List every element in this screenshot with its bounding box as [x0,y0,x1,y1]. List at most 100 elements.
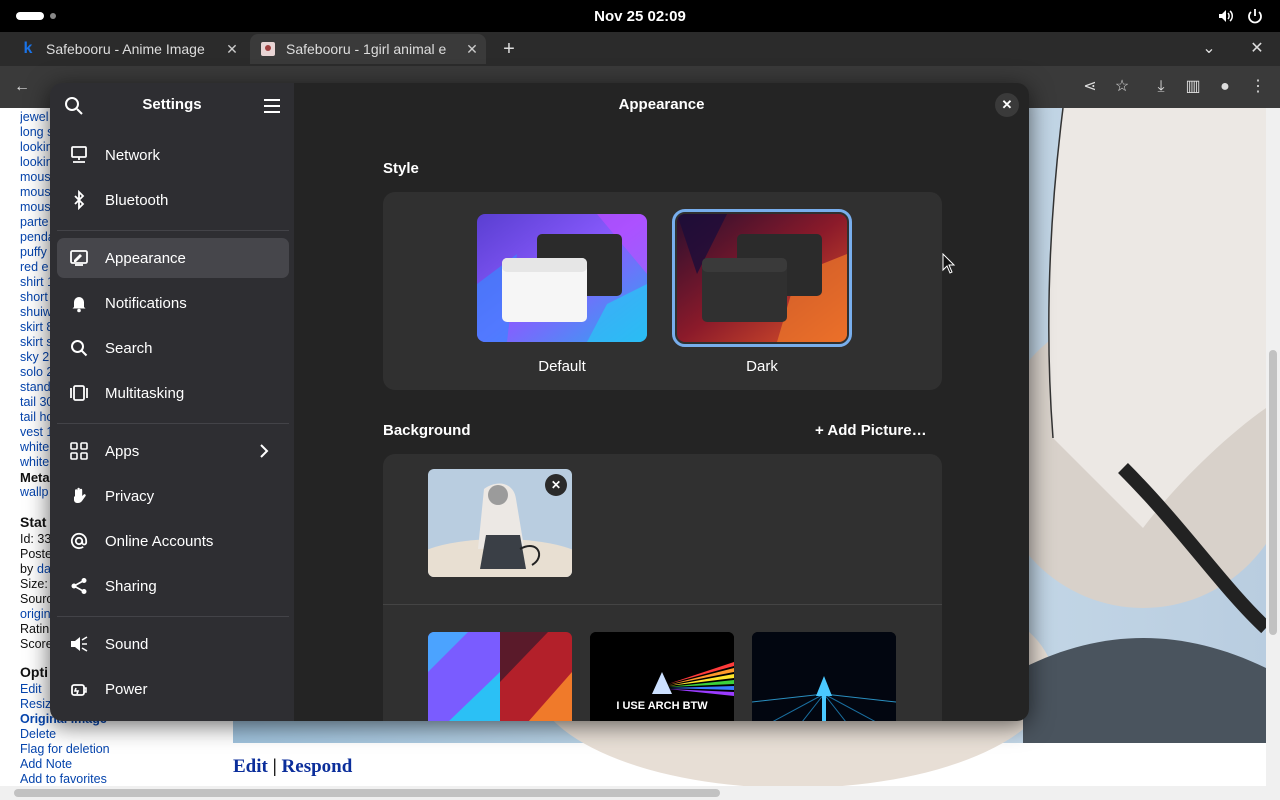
power-icon [71,684,87,696]
menu-kebab-icon[interactable]: ⋮ [1247,76,1269,98]
option-link[interactable]: Edit [20,682,42,696]
favicon-icon [260,41,276,57]
sidebar-item-power[interactable]: Power [57,669,289,709]
close-tab-icon[interactable]: ✕ [464,41,480,57]
meta-link[interactable]: wallp [20,485,49,499]
tab-safebooru-1[interactable]: k Safebooru - Anime Image ✕ [10,34,246,64]
volume-icon[interactable] [1217,7,1235,25]
plus-icon: + [815,422,824,439]
new-tab-icon[interactable]: + [498,38,520,60]
sidebar-item-label: Sound [105,635,149,653]
vertical-scrollbar[interactable] [1266,108,1280,786]
appearance-panel: Appearance ✕ Style Default Dark Backgrou… [294,83,1029,721]
sidebar-item-label: Privacy [105,487,155,505]
hamburger-menu-icon[interactable] [260,94,284,118]
network-icon [71,146,87,163]
respond-link[interactable]: Respond [282,756,353,777]
stat-row: Score [20,637,53,651]
sidebar-item-label: Notifications [105,294,187,312]
posted-by-link[interactable]: da [37,562,51,576]
sidebar-divider [57,230,289,231]
edit-link[interactable]: Edit [233,756,268,777]
sidebar-item-label: Network [105,146,161,164]
search-icon [71,340,88,357]
separator: | [272,756,277,777]
sidebar-item-label: Search [105,339,153,357]
wallpaper-arch-neon[interactable] [752,632,896,721]
sidebar-item-appearance[interactable]: Appearance [57,238,289,278]
sidebar-item-label: Multitasking [105,384,185,402]
wallpaper-arch[interactable]: I USE ARCH BTW [590,632,734,721]
sidebar-item-label: Apps [105,442,140,460]
download-icon[interactable]: ⤓ [1150,76,1172,98]
sidebar-item-label: Appearance [105,249,186,267]
sidebar-item-network[interactable]: Network [57,135,289,175]
share-icon[interactable]: ⋖ [1079,76,1101,98]
style-option-dark[interactable] [672,209,852,347]
option-link[interactable]: Add to favorites [20,772,107,786]
settings-sidebar: Settings Network Bluetooth Appearance Notif… [50,83,294,721]
horizontal-scrollbar[interactable] [0,786,1280,800]
style-caption-default: Default [538,358,586,375]
sidebar-title: Settings [142,96,202,113]
stat-row: Ratin [20,622,50,636]
browser-tab-strip: k Safebooru - Anime Image ✕ Safebooru - … [0,32,1280,66]
profile-icon[interactable]: ● [1214,76,1236,98]
settings-window: Settings Network Bluetooth Appearance Notif… [50,83,1029,721]
sidebar-item-apps[interactable]: Apps [57,431,289,471]
close-window-icon[interactable]: ✕ [1246,38,1268,60]
remove-wallpaper-icon[interactable]: ✕ [545,474,567,496]
sidebar-item-bluetooth[interactable]: Bluetooth [57,180,289,220]
wallpaper-adwaita[interactable] [428,632,572,721]
sidebar-divider [57,423,289,424]
option-link[interactable]: Flag for deletion [20,742,110,756]
stat-row: Id: 33 [20,532,52,546]
option-link[interactable]: Resiz [20,697,51,711]
sidebar-item-multitasking[interactable]: Multitasking [57,373,289,413]
at-icon [70,532,88,550]
share-icon [71,578,87,594]
tab-safebooru-2[interactable]: Safebooru - 1girl animal e ✕ [250,34,486,64]
style-section-label: Style [383,160,419,177]
apps-icon [70,442,88,460]
power-icon[interactable] [1246,7,1264,25]
sidebar-item-search[interactable]: Search [57,328,289,368]
background-card: ✕ I USE ARCH BTW [383,454,942,721]
sidebar-item-online-accounts[interactable]: Online Accounts [57,521,289,561]
option-link[interactable]: Delete [20,727,56,741]
sidebar-item-sound[interactable]: Sound [57,624,289,664]
option-link[interactable]: Add Note [20,757,72,771]
meta-heading: Meta [20,470,50,485]
sidebar-item-notifications[interactable]: Notifications [57,283,289,323]
tab-list-chevron-icon[interactable]: ⌄ [1198,38,1220,60]
options-heading: Opti [20,664,48,680]
stat-row: by [20,562,34,576]
background-section-label: Background [383,422,471,439]
close-tab-icon[interactable]: ✕ [224,41,240,57]
sidebar-item-sharing[interactable]: Sharing [57,566,289,606]
tab-label: Safebooru - 1girl animal e [286,41,446,57]
appearance-icon [70,250,88,266]
bookmark-star-icon[interactable]: ☆ [1111,76,1133,98]
back-icon[interactable]: ← [11,76,33,98]
style-caption-dark: Dark [746,358,778,375]
stat-row[interactable]: origin [20,607,51,621]
bluetooth-icon [74,190,85,210]
sidebar-divider [57,616,289,617]
close-icon[interactable]: ✕ [995,93,1019,117]
arch-wallpaper-text: I USE ARCH BTW [616,700,708,712]
bell-icon [72,297,86,313]
divider [383,604,942,605]
statistics-heading: Stat [20,514,47,530]
add-picture-button[interactable]: + Add Picture… [815,422,927,439]
favicon-icon: k [23,40,33,57]
clock[interactable]: Nov 25 02:09 [0,8,1280,25]
chevron-right-icon [260,444,269,458]
mouse-cursor-icon [942,253,956,274]
stat-row: Size: [20,577,48,591]
side-panel-icon[interactable]: ▥ [1182,76,1204,98]
sidebar-item-label: Power [105,680,148,698]
sidebar-item-privacy[interactable]: Privacy [57,476,289,516]
stat-row: Poste [20,547,52,561]
style-option-default[interactable] [477,214,647,342]
